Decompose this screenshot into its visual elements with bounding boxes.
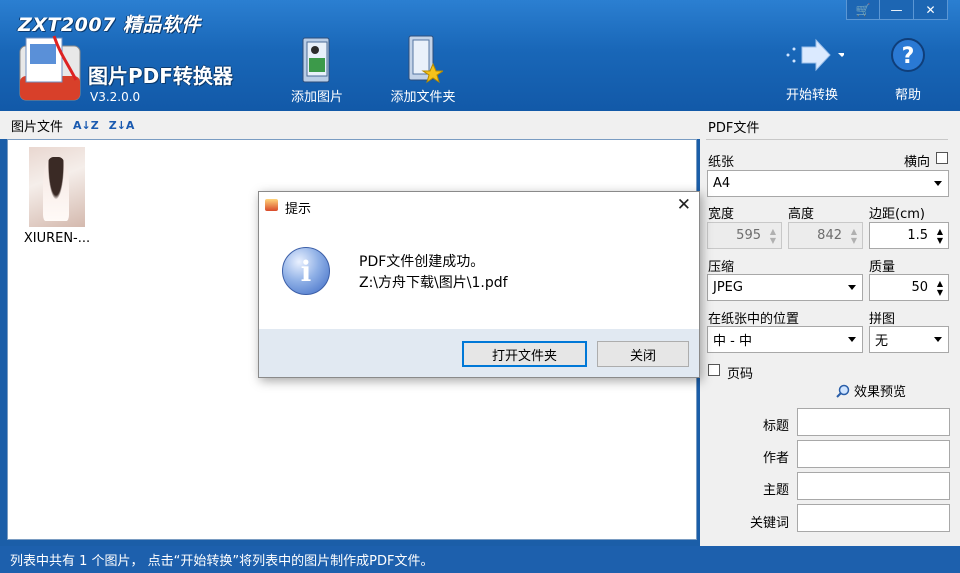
app-header: ZXT2007 精品软件 图片PDF转换器 V3.2.0.0 添加图片 添加文件…: [0, 0, 960, 111]
position-value: 中 - 中: [713, 334, 752, 349]
app-name: 图片PDF转换器: [88, 64, 233, 88]
subject-label: 主题: [763, 483, 790, 498]
height-input: 842 ▲ ▼: [788, 222, 863, 249]
dialog-title: 提示: [285, 202, 312, 217]
width-input: 595 ▲ ▼: [707, 222, 782, 249]
add-image-icon: [302, 37, 330, 83]
help-icon: ?: [891, 38, 925, 72]
width-label: 宽度: [708, 207, 735, 222]
sort-ascending-icon[interactable]: A↓Z: [73, 119, 99, 132]
add-folder-label: 添加文件夹: [390, 90, 456, 105]
image-files-label: 图片文件: [11, 119, 64, 135]
compress-label: 压缩: [708, 260, 735, 275]
chevron-down-icon: [848, 285, 856, 290]
spin-down-icon[interactable]: ▼: [937, 289, 943, 297]
spin-down-icon[interactable]: ▼: [937, 237, 943, 245]
quality-input[interactable]: 50 ▲ ▼: [869, 274, 949, 301]
brand-tagline: ZXT2007 精品软件: [18, 14, 201, 36]
margin-value: 1.5: [907, 228, 928, 243]
image-files-header: 图片文件 A↓Z Z↓A: [0, 111, 700, 139]
quality-label: 质量: [869, 260, 896, 275]
tile-label: 拼图: [869, 312, 896, 327]
pdf-section-title: PDF文件: [708, 121, 760, 136]
spin-up-icon: ▲: [769, 227, 776, 236]
dialog-close-button[interactable]: 关闭: [597, 341, 689, 367]
close-window-button[interactable]: ✕: [914, 0, 948, 20]
start-convert-button[interactable]: 开始转换: [780, 32, 844, 103]
landscape-label: 横向: [904, 155, 931, 170]
status-bar: 列表中共有 1 个图片， 点击“开始转换”将列表中的图片制作成PDF文件。: [0, 546, 960, 573]
paper-label: 纸张: [708, 155, 735, 170]
position-select[interactable]: 中 - 中: [707, 326, 863, 353]
image-thumbnail: [29, 147, 85, 227]
spin-up-icon[interactable]: ▲: [937, 280, 943, 288]
page-number-label: 页码: [727, 367, 754, 382]
dialog-app-icon: [265, 199, 278, 211]
preview-button[interactable]: 效果预览: [836, 381, 906, 400]
app-version: V3.2.0.0: [90, 90, 141, 104]
magnifier-icon: [836, 384, 850, 398]
add-folder-button[interactable]: 添加文件夹: [386, 32, 460, 105]
tile-value: 无: [875, 334, 889, 349]
chevron-down-icon: [934, 181, 942, 186]
spin-down-icon: ▼: [850, 236, 857, 245]
compress-select[interactable]: JPEG: [707, 274, 863, 301]
dialog-message-path: Z:\方舟下载\图片\1.pdf: [359, 275, 508, 291]
keywords-label: 关键词: [750, 516, 790, 531]
paper-value: A4: [713, 176, 731, 191]
dialog-footer: 打开文件夹 关闭: [259, 329, 699, 377]
pdf-settings-panel: PDF文件 纸张 横向 A4 宽度 高度 边距(cm) 595 ▲ ▼ 842 ▲…: [700, 111, 960, 546]
list-item[interactable]: XIUREN-...: [22, 147, 92, 246]
margin-input[interactable]: 1.5 ▲ ▼: [869, 222, 949, 249]
keywords-input[interactable]: [797, 504, 950, 532]
height-value: 842: [817, 228, 842, 243]
page-number-checkbox[interactable]: [708, 364, 720, 376]
add-image-button[interactable]: 添加图片: [286, 32, 348, 105]
margin-label: 边距(cm): [869, 207, 925, 222]
message-dialog: 提示 ✕ i PDF文件创建成功。 Z:\方舟下载\图片\1.pdf 打开文件夹…: [258, 191, 700, 378]
paper-select[interactable]: A4: [707, 170, 949, 197]
sort-descending-icon[interactable]: Z↓A: [109, 119, 135, 132]
start-convert-label: 开始转换: [785, 88, 838, 103]
title-input[interactable]: [797, 408, 950, 436]
spin-up-icon[interactable]: ▲: [937, 228, 943, 236]
help-label: 帮助: [894, 88, 921, 103]
dialog-message-line1: PDF文件创建成功。: [359, 254, 485, 270]
add-image-label: 添加图片: [290, 90, 343, 105]
minimize-button[interactable]: —: [880, 0, 914, 20]
svg-text:?: ?: [902, 44, 915, 69]
help-button[interactable]: ? 帮助: [888, 32, 928, 103]
position-label: 在纸张中的位置: [708, 312, 800, 327]
author-label: 作者: [763, 451, 790, 466]
title-label: 标题: [763, 419, 790, 434]
chevron-down-icon: [848, 337, 856, 342]
window-controls: 🛒 — ✕: [846, 0, 948, 20]
section-divider: [706, 139, 948, 140]
height-label: 高度: [788, 207, 815, 222]
file-name: XIUREN-...: [23, 231, 91, 246]
open-folder-button[interactable]: 打开文件夹: [462, 341, 587, 367]
dialog-close-icon[interactable]: ✕: [677, 195, 691, 215]
subject-input[interactable]: [797, 472, 950, 500]
spin-up-icon: ▲: [850, 227, 857, 236]
spin-down-icon: ▼: [769, 236, 776, 245]
author-input[interactable]: [797, 440, 950, 468]
convert-arrow-icon: [786, 38, 844, 72]
info-icon: i: [282, 247, 330, 295]
dialog-message: PDF文件创建成功。 Z:\方舟下载\图片\1.pdf: [359, 252, 508, 294]
tile-select[interactable]: 无: [869, 326, 949, 353]
landscape-checkbox[interactable]: [936, 152, 948, 164]
add-folder-icon: [408, 35, 443, 84]
compress-value: JPEG: [713, 280, 743, 295]
app-logo-icon: [19, 35, 81, 101]
cart-icon[interactable]: 🛒: [846, 0, 880, 20]
preview-label: 效果预览: [854, 385, 907, 400]
width-value: 595: [736, 228, 761, 243]
quality-value: 50: [911, 280, 928, 295]
chevron-down-icon: [934, 337, 942, 342]
